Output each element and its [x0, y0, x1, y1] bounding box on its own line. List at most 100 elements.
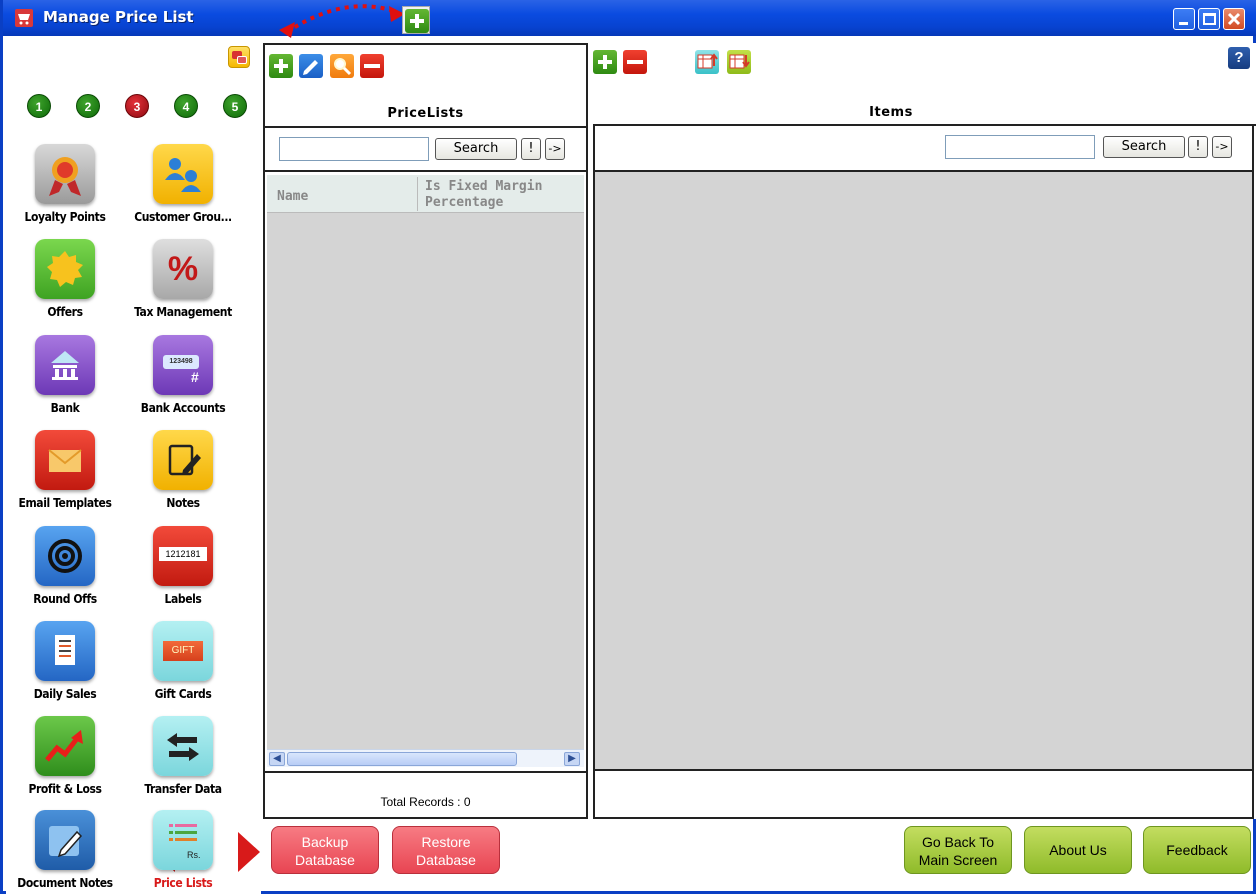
target-icon: [35, 526, 95, 586]
tile-round-offs[interactable]: Round Offs: [6, 526, 124, 606]
report-icon: [35, 621, 95, 681]
import-items-button[interactable]: [695, 50, 719, 74]
page-2-button[interactable]: 2: [76, 94, 100, 118]
col-fixed-margin-header[interactable]: Is Fixed Margin Percentage: [425, 179, 581, 217]
feedback-button[interactable]: Feedback: [1143, 826, 1251, 874]
pricelists-panel: PriceLists Search ! -> Name Is Fixed Mar…: [263, 43, 588, 819]
bank-icon: [35, 335, 95, 395]
backup-database-button[interactable]: Backup Database: [271, 826, 379, 874]
items-go-button[interactable]: ->: [1212, 136, 1232, 158]
rs-glyph: Rs.: [187, 850, 201, 860]
help-icon: ?: [1234, 49, 1244, 66]
tile-label: Loyalty Points: [24, 210, 106, 224]
items-grid[interactable]: [595, 172, 1252, 769]
tile-daily-sales[interactable]: Daily Sales: [6, 621, 124, 701]
tile-notes[interactable]: Notes: [124, 430, 242, 510]
title-bar[interactable]: Manage Price List: [3, 0, 1256, 36]
pricelists-hscrollbar[interactable]: ◀ ▶: [267, 749, 584, 767]
gift-text-glyph: GIFT: [163, 641, 203, 661]
table-export-icon: [729, 54, 751, 69]
tile-tax-management[interactable]: % Tax Management: [124, 239, 242, 319]
tile-label: Bank: [50, 401, 80, 415]
about-us-button[interactable]: About Us: [1024, 826, 1132, 874]
page-4-button[interactable]: 4: [174, 94, 198, 118]
items-search-input[interactable]: [945, 135, 1095, 159]
floating-add-button[interactable]: [402, 6, 430, 34]
tile-customer-groups[interactable]: Customer Grou...: [124, 144, 242, 224]
tile-loyalty-points[interactable]: Loyalty Points: [6, 144, 124, 224]
add-pricelist-button[interactable]: [269, 54, 293, 78]
tile-label: Tax Management: [134, 305, 232, 319]
export-items-button[interactable]: [727, 50, 752, 74]
minimize-icon: [1179, 22, 1188, 25]
account-number-icon: 123498 #: [153, 335, 213, 395]
maximize-button[interactable]: [1198, 8, 1220, 30]
delete-pricelist-button[interactable]: [360, 54, 385, 78]
page-1-button[interactable]: 1: [27, 94, 51, 118]
tile-label: Profit & Loss: [28, 782, 102, 796]
tile-bank-accounts[interactable]: 123498 # Bank Accounts: [124, 335, 242, 415]
tile-bank[interactable]: Bank: [6, 335, 124, 415]
scroll-right-icon[interactable]: ▶: [564, 752, 580, 766]
items-toolbar-right: [695, 50, 752, 79]
table-import-icon: [697, 53, 718, 69]
search-pricelist-button[interactable]: [329, 54, 354, 78]
envelope-icon: [35, 430, 95, 490]
pencil-icon: [303, 60, 319, 75]
pricelists-bang-button[interactable]: !: [521, 138, 541, 160]
pricelists-search-button[interactable]: Search: [435, 138, 517, 160]
edit-pricelist-button[interactable]: [299, 54, 324, 78]
pricelists-grid-header: Name Is Fixed Margin Percentage: [267, 175, 584, 213]
page-3-button[interactable]: 3: [125, 94, 149, 118]
tile-label: Bank Accounts: [140, 401, 226, 415]
transfer-arrows-icon: [153, 716, 213, 776]
close-button[interactable]: [1223, 8, 1245, 30]
manage-price-list-window: Manage Price List 1 2 3 4 5 Loyalty Poin…: [0, 0, 1256, 894]
chat-icon[interactable]: [228, 46, 250, 68]
label-text-glyph: 1212181: [159, 547, 207, 561]
note-pencil-icon: [153, 430, 213, 490]
maximize-icon: [1203, 13, 1216, 25]
help-button[interactable]: ?: [1228, 47, 1250, 69]
tile-label: Customer Grou...: [134, 210, 232, 224]
remove-item-button[interactable]: [623, 50, 648, 74]
items-toolbar-left: [593, 50, 648, 79]
items-bottom-border: [593, 817, 1254, 819]
scroll-thumb[interactable]: [287, 752, 517, 766]
go-back-main-screen-button[interactable]: Go Back To Main Screen: [904, 826, 1012, 874]
tile-price-lists[interactable]: Rs. Price Lists: [124, 810, 242, 890]
magnifier-icon: [333, 58, 351, 76]
tile-offers[interactable]: Offers: [6, 239, 124, 319]
col-name-header[interactable]: Name: [277, 189, 417, 227]
restore-database-button[interactable]: Restore Database: [392, 826, 500, 874]
pricelists-go-button[interactable]: ->: [545, 138, 565, 160]
tile-label: Labels: [164, 592, 202, 606]
pricelists-grid[interactable]: Name Is Fixed Margin Percentage ◀ ▶: [267, 175, 584, 767]
add-item-button[interactable]: [593, 50, 617, 74]
page-5-button[interactable]: 5: [223, 94, 247, 118]
items-search-button[interactable]: Search: [1103, 136, 1185, 158]
sidebar: 1 2 3 4 5 Loyalty Points Customer Grou..…: [6, 36, 261, 894]
tile-labels[interactable]: 1212181 Labels: [124, 526, 242, 606]
tile-label: Daily Sales: [33, 687, 97, 701]
trend-arrow-icon: [35, 716, 95, 776]
offer-badge-icon: [35, 239, 95, 299]
tile-label: Email Templates: [18, 496, 112, 510]
tile-profit-loss[interactable]: Profit & Loss: [6, 716, 124, 796]
percent-glyph: %: [167, 249, 199, 288]
items-bang-button[interactable]: !: [1188, 136, 1208, 158]
items-panel: ? Items Search ! ->: [591, 43, 1256, 819]
pricelists-title: PriceLists: [387, 106, 464, 121]
pricelists-search-input[interactable]: [279, 137, 429, 161]
scroll-left-icon[interactable]: ◀: [269, 752, 285, 766]
percent-icon: %: [153, 239, 213, 299]
people-icon: [153, 144, 213, 204]
minimize-button[interactable]: [1173, 8, 1195, 30]
items-right-border: [1252, 124, 1254, 819]
window-title: Manage Price List: [43, 8, 194, 26]
tile-email-templates[interactable]: Email Templates: [6, 430, 124, 510]
account-number-glyph: 123498: [163, 355, 199, 369]
tile-transfer-data[interactable]: Transfer Data: [124, 716, 242, 796]
tile-document-notes[interactable]: Document Notes: [6, 810, 124, 890]
tile-gift-cards[interactable]: GIFT Gift Cards: [124, 621, 242, 701]
